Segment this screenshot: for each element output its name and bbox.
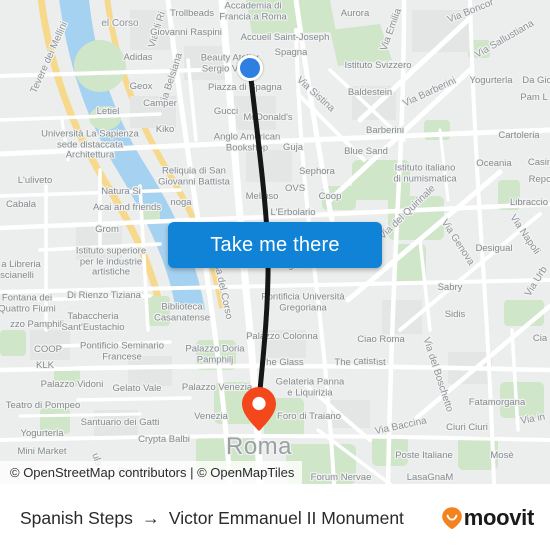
map-pin-icon — [242, 387, 276, 431]
route-title: Spanish Steps → Victor Emmanuel II Monum… — [20, 508, 404, 529]
moovit-pin-icon — [441, 507, 462, 530]
footer-bar: Spanish Steps → Victor Emmanuel II Monum… — [0, 484, 550, 551]
map-canvas[interactable]: Tevere dei Mellini Via di Ri el Corso Troll… — [0, 0, 550, 484]
origin-label: Spanish Steps — [20, 507, 133, 528]
moovit-wordmark: moovit — [463, 505, 535, 530]
take-me-there-button[interactable]: Take me there — [168, 222, 382, 268]
take-me-there-label: Take me there — [210, 233, 340, 256]
destination-label: Victor Emmanuel II Monument — [168, 507, 404, 528]
map-attribution: © OpenStreetMap contributors | © OpenMap… — [0, 461, 303, 484]
moovit-map-card: Tevere dei Mellini Via di Ri el Corso Troll… — [0, 0, 550, 551]
attribution-text: © OpenStreetMap contributors | © OpenMap… — [10, 465, 295, 480]
moovit-logo[interactable]: moovit — [441, 505, 534, 531]
origin-marker-spanish-steps[interactable] — [237, 55, 263, 81]
arrow-right-icon: → — [141, 508, 160, 528]
